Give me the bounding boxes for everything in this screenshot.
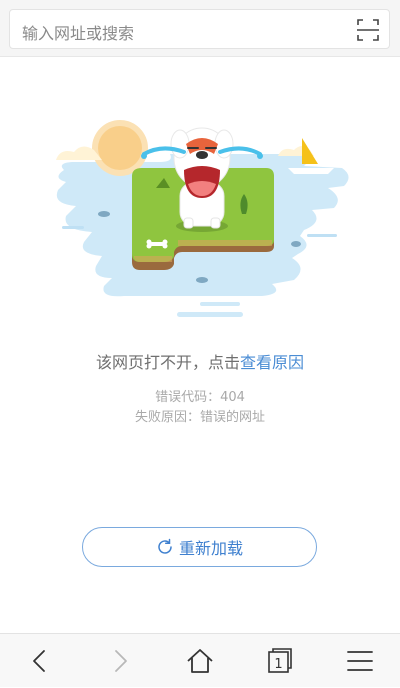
- address-input[interactable]: 输入网址或搜索: [9, 9, 390, 49]
- bottom-toolbar: 1: [0, 633, 400, 687]
- forward-icon: [115, 650, 127, 672]
- tab-count: 1: [274, 657, 282, 672]
- error-reason: 失败原因：错误的网址: [134, 410, 265, 425]
- home-button[interactable]: [160, 634, 240, 688]
- scan-qr-icon[interactable]: [356, 18, 380, 42]
- tabs-icon: 1: [268, 648, 292, 673]
- reload-label: 重新加载: [178, 539, 243, 558]
- home-icon: [187, 649, 213, 673]
- refresh-icon: [158, 538, 172, 554]
- forward-button[interactable]: [80, 634, 160, 688]
- error-illustration: [56, 120, 349, 317]
- menu-button[interactable]: [320, 634, 400, 688]
- error-message: 该网页打不开，点击查看原因: [0, 349, 400, 373]
- reload-button[interactable]: 重新加载: [82, 527, 317, 567]
- sailboat: [302, 138, 318, 164]
- view-reason-link[interactable]: 查看原因: [240, 353, 304, 372]
- back-button[interactable]: [0, 634, 80, 688]
- back-icon: [33, 650, 45, 672]
- address-placeholder: 输入网址或搜索: [22, 24, 135, 43]
- top-bar: 输入网址或搜索: [0, 0, 400, 57]
- error-code: 错误代码：404: [155, 390, 245, 405]
- menu-icon: [347, 651, 373, 671]
- tabs-button[interactable]: 1: [240, 634, 320, 688]
- error-message-text: 该网页打不开，点击: [95, 353, 240, 372]
